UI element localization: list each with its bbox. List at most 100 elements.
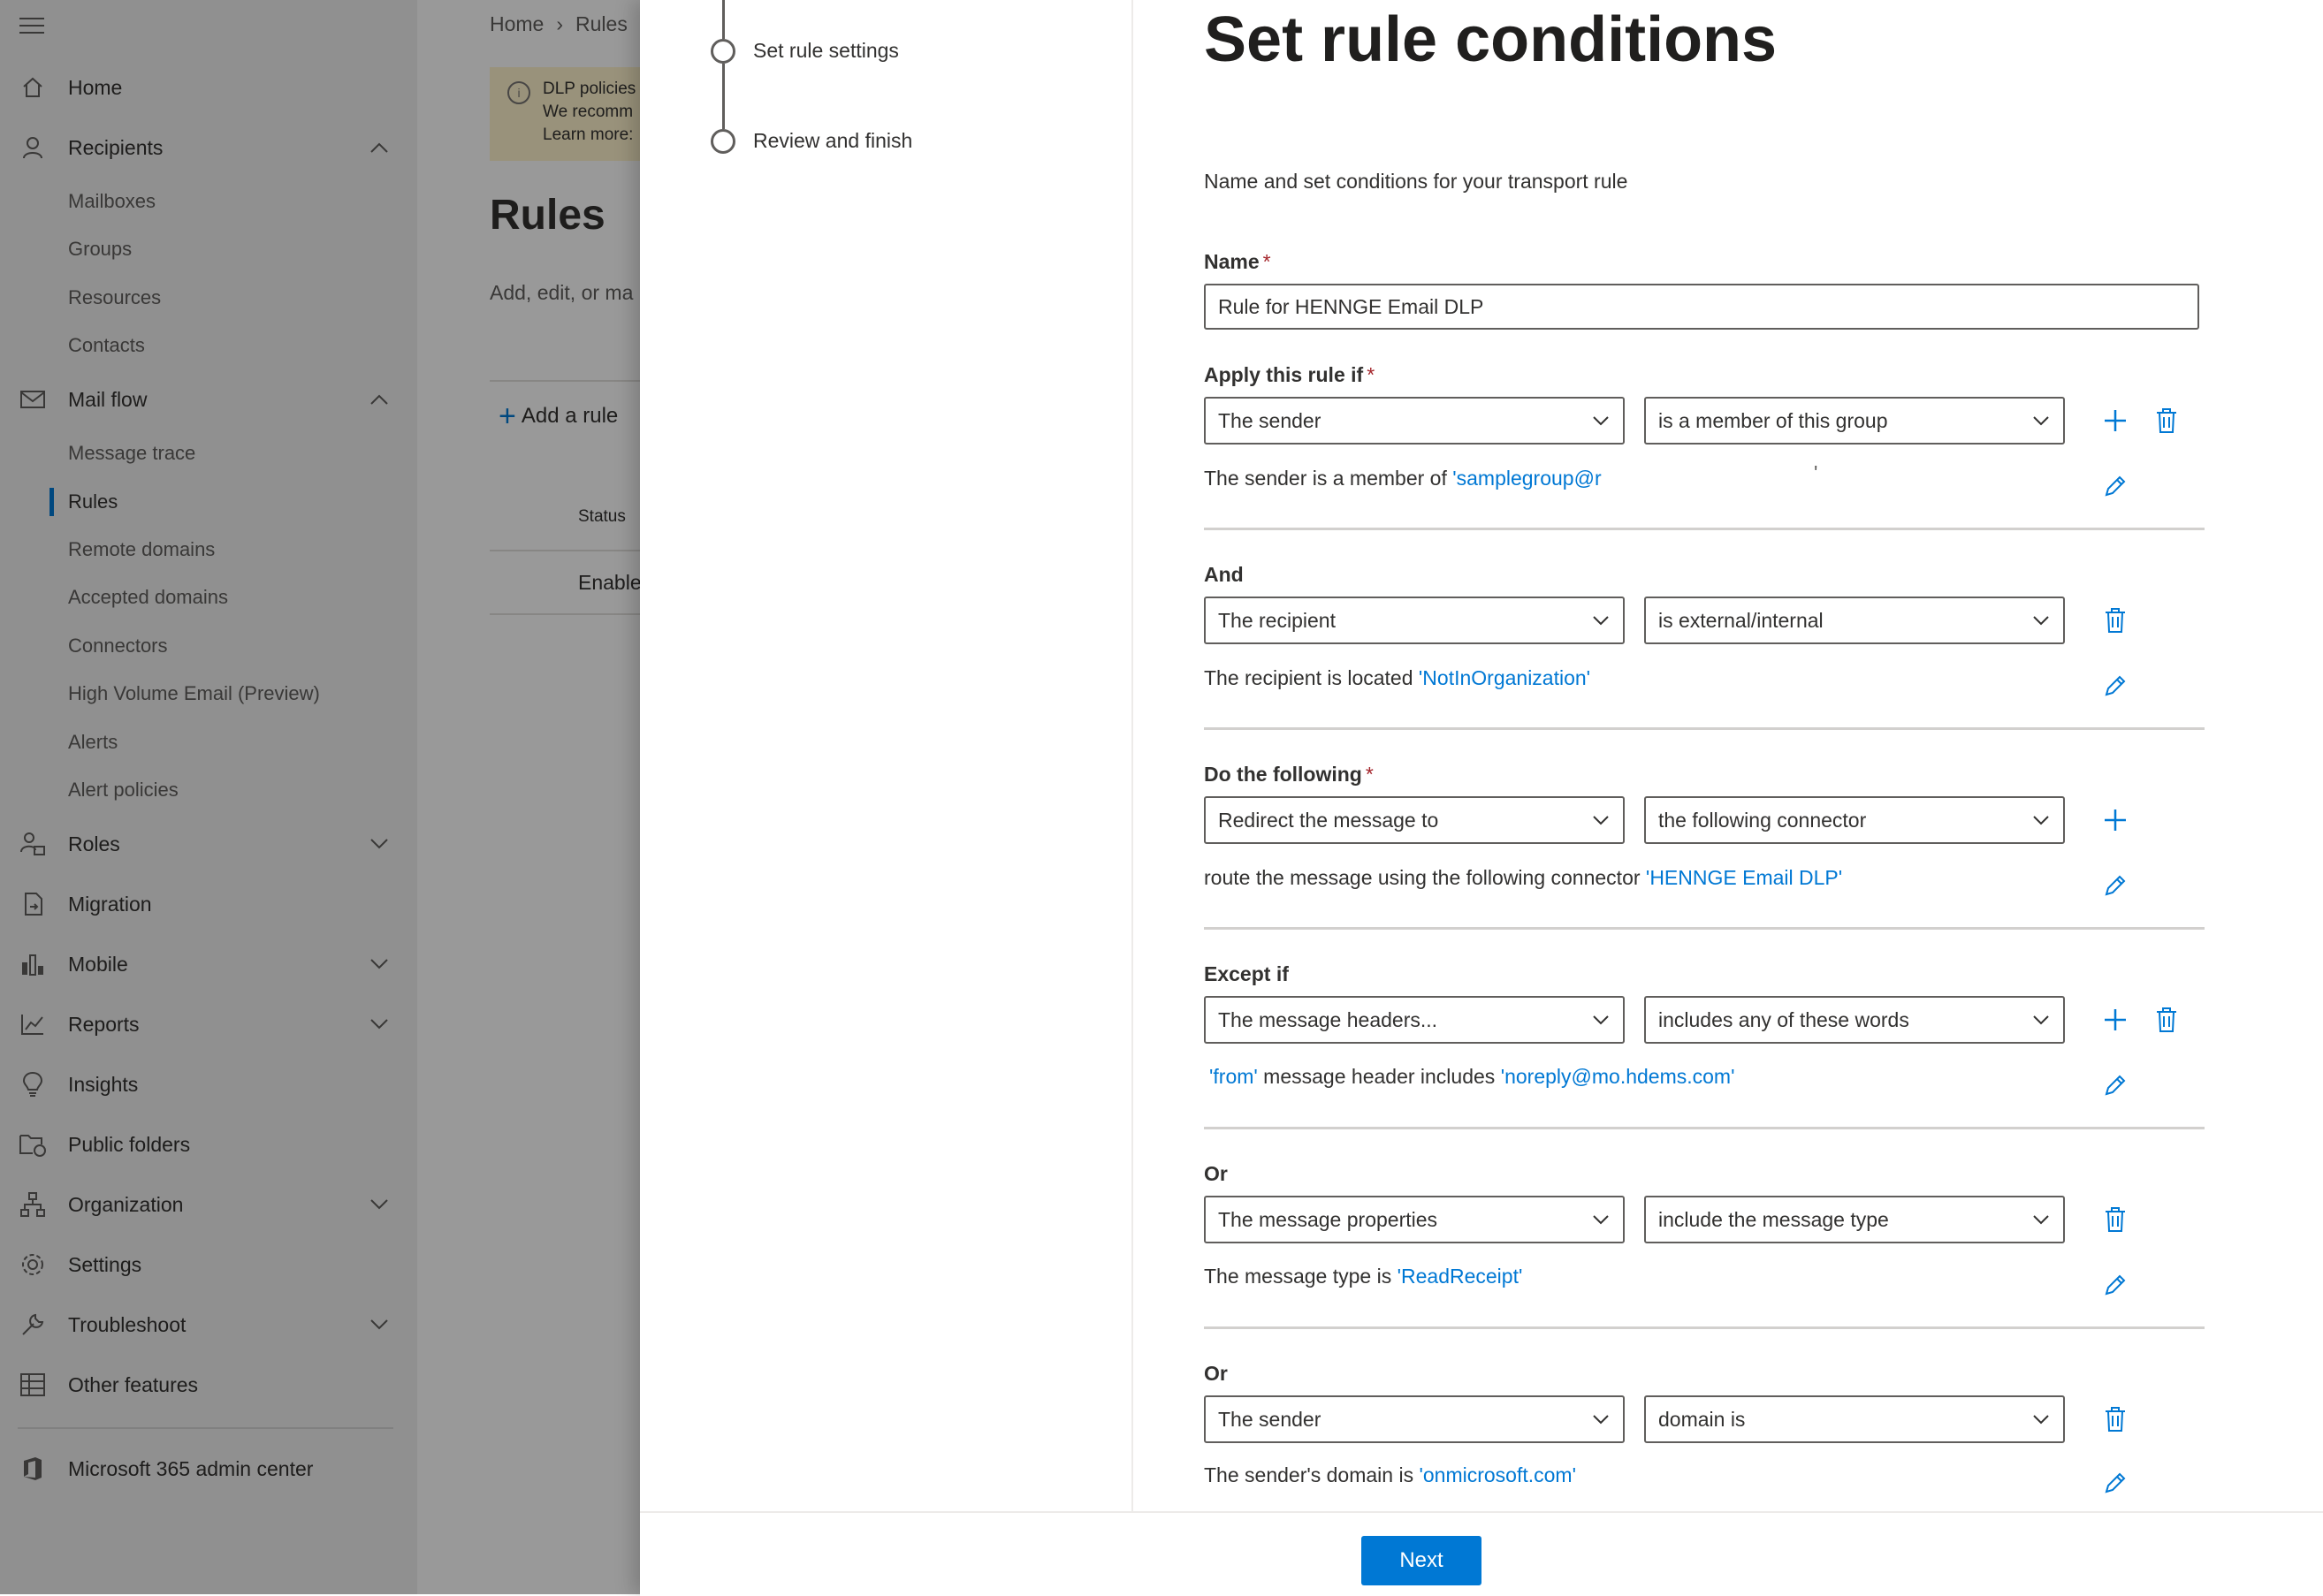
- exception-property-dropdown[interactable]: The message properties: [1204, 1196, 1625, 1243]
- nav-item-settings[interactable]: Settings: [0, 1241, 417, 1288]
- or-label: Or: [1204, 1362, 1228, 1385]
- step-review-and-finish[interactable]: Review and finish: [753, 129, 912, 153]
- exception-property-dropdown[interactable]: The sender: [1204, 1395, 1625, 1443]
- summary-link[interactable]: 'onmicrosoft.com': [1419, 1463, 1576, 1486]
- chevron-up-icon[interactable]: [366, 386, 392, 413]
- section-divider: [1204, 727, 2205, 730]
- nav-sub-groups[interactable]: Groups: [0, 227, 417, 271]
- edit-exception-button[interactable]: [2098, 1267, 2133, 1303]
- nav-sub-rules[interactable]: Rules: [0, 480, 417, 524]
- summary-link[interactable]: 'NotInOrganization': [1419, 666, 1590, 689]
- nav-item-label: Organization: [68, 1192, 184, 1216]
- nav-item-mail-flow[interactable]: Mail flow: [0, 376, 417, 423]
- nav-sub-remote-domains[interactable]: Remote domains: [0, 528, 417, 572]
- nav-sub-message-trace[interactable]: Message trace: [0, 431, 417, 475]
- edit-exception-button[interactable]: [2098, 1068, 2133, 1103]
- nav-sub-connectors[interactable]: Connectors: [0, 624, 417, 668]
- exception-summary: The sender's domain is 'onmicrosoft.com': [1204, 1463, 1576, 1487]
- edit-condition-button[interactable]: [2098, 468, 2133, 504]
- nav-item-migration[interactable]: Migration: [0, 880, 417, 928]
- nav-item-mobile[interactable]: Mobile: [0, 940, 417, 988]
- exception-operator-dropdown[interactable]: domain is: [1644, 1395, 2065, 1443]
- nav-item-admin-center[interactable]: Microsoft 365 admin center: [0, 1445, 417, 1493]
- nav-item-label: Settings: [68, 1252, 142, 1276]
- edit-condition-button[interactable]: [2098, 668, 2133, 703]
- breadcrumb-home[interactable]: Home: [490, 12, 544, 35]
- nav-sub-alert-policies[interactable]: Alert policies: [0, 768, 417, 812]
- nav-item-reports[interactable]: Reports: [0, 1000, 417, 1048]
- nav-sub-mailboxes[interactable]: Mailboxes: [0, 179, 417, 224]
- nav-item-insights[interactable]: Insights: [0, 1060, 417, 1108]
- chevron-down-icon[interactable]: [366, 1311, 392, 1338]
- hamburger-menu-icon[interactable]: [19, 18, 44, 35]
- nav-sub-resources[interactable]: Resources: [0, 276, 417, 320]
- action-dropdown[interactable]: Redirect the message to: [1204, 796, 1625, 844]
- nav-item-public-folders[interactable]: Public folders: [0, 1121, 417, 1168]
- rule-name-input[interactable]: Rule for HENNGE Email DLP: [1204, 284, 2199, 330]
- exception-operator-dropdown[interactable]: includes any of these words: [1644, 996, 2065, 1044]
- chevron-down-icon: [1593, 616, 1609, 626]
- add-rule-label: Add a rule: [521, 404, 619, 428]
- nav-item-other-features[interactable]: Other features: [0, 1361, 417, 1409]
- name-label-text: Name: [1204, 250, 1260, 273]
- pencil-icon: [2105, 1472, 2126, 1493]
- gear-icon: [18, 1250, 48, 1280]
- step-set-rule-settings[interactable]: Set rule settings: [753, 39, 899, 63]
- condition-property-dropdown[interactable]: The recipient: [1204, 597, 1625, 644]
- chevron-down-icon: [1593, 1015, 1609, 1025]
- delete-condition-button[interactable]: [2098, 603, 2133, 638]
- chevron-down-icon[interactable]: [366, 951, 392, 977]
- wizard-steps: Set rule settings Review and finish: [640, 0, 1133, 1511]
- summary-link[interactable]: 'HENNGE Email DLP': [1646, 866, 1842, 889]
- nav-item-recipients[interactable]: Recipients: [0, 124, 417, 171]
- reports-icon: [18, 1009, 48, 1039]
- nav-item-troubleshoot[interactable]: Troubleshoot: [0, 1301, 417, 1349]
- dropdown-value: is a member of this group: [1658, 408, 1888, 432]
- nav-item-label: Home: [68, 75, 123, 99]
- add-action-button[interactable]: [2098, 802, 2133, 838]
- nav-sub-alerts[interactable]: Alerts: [0, 720, 417, 764]
- edit-action-button[interactable]: [2098, 868, 2133, 903]
- nav-item-home[interactable]: Home: [0, 64, 417, 111]
- chevron-down-icon[interactable]: [366, 1191, 392, 1218]
- condition-summary: The recipient is located 'NotInOrganizat…: [1204, 666, 1590, 690]
- add-exception-button[interactable]: [2098, 1002, 2133, 1037]
- summary-link[interactable]: 'noreply@mo.hdems.com': [1501, 1065, 1735, 1088]
- next-button[interactable]: Next: [1361, 1536, 1481, 1585]
- section-label-text: Apply this rule if: [1204, 363, 1364, 386]
- nav-sub-high-volume-email[interactable]: High Volume Email (Preview): [0, 672, 417, 716]
- summary-link[interactable]: 'from': [1209, 1065, 1258, 1088]
- breadcrumb-rules[interactable]: Rules: [575, 12, 628, 35]
- page-title: Set rule conditions: [1204, 4, 1778, 75]
- nav-sub-contacts[interactable]: Contacts: [0, 323, 417, 368]
- nav-sub-label: Message trace: [68, 442, 196, 464]
- chevron-down-icon[interactable]: [366, 1011, 392, 1037]
- step-circle-icon: [711, 39, 735, 64]
- nav-sub-label: Contacts: [68, 334, 145, 356]
- add-rule-button[interactable]: + Add a rule: [499, 399, 618, 434]
- action-target-dropdown[interactable]: the following connector: [1644, 796, 2065, 844]
- or-label: Or: [1204, 1162, 1228, 1185]
- summary-link[interactable]: 'ReadReceipt': [1398, 1265, 1523, 1288]
- nav-sub-accepted-domains[interactable]: Accepted domains: [0, 575, 417, 619]
- condition-property-dropdown[interactable]: The sender: [1204, 397, 1625, 445]
- add-condition-button[interactable]: [2098, 403, 2133, 438]
- nav-item-roles[interactable]: Roles: [0, 820, 417, 868]
- delete-exception-button[interactable]: [2098, 1402, 2133, 1437]
- condition-operator-dropdown[interactable]: is a member of this group: [1644, 397, 2065, 445]
- edit-exception-button[interactable]: [2098, 1465, 2133, 1501]
- exception-property-dropdown[interactable]: The message headers...: [1204, 996, 1625, 1044]
- new-rule-wizard-panel: Set rule settings Review and finish Set …: [640, 0, 2323, 1594]
- divider: [490, 550, 640, 551]
- status-column-header[interactable]: Status: [578, 507, 626, 527]
- delete-exception-button[interactable]: [2149, 1002, 2184, 1037]
- warning-link[interactable]: Learn more:: [543, 125, 633, 145]
- nav-item-organization[interactable]: Organization: [0, 1181, 417, 1228]
- chevron-up-icon[interactable]: [366, 134, 392, 161]
- exception-operator-dropdown[interactable]: include the message type: [1644, 1196, 2065, 1243]
- chevron-down-icon[interactable]: [366, 831, 392, 857]
- summary-link[interactable]: 'samplegroup@r: [1452, 467, 1601, 490]
- delete-condition-button[interactable]: [2149, 403, 2184, 438]
- condition-operator-dropdown[interactable]: is external/internal: [1644, 597, 2065, 644]
- delete-exception-button[interactable]: [2098, 1202, 2133, 1237]
